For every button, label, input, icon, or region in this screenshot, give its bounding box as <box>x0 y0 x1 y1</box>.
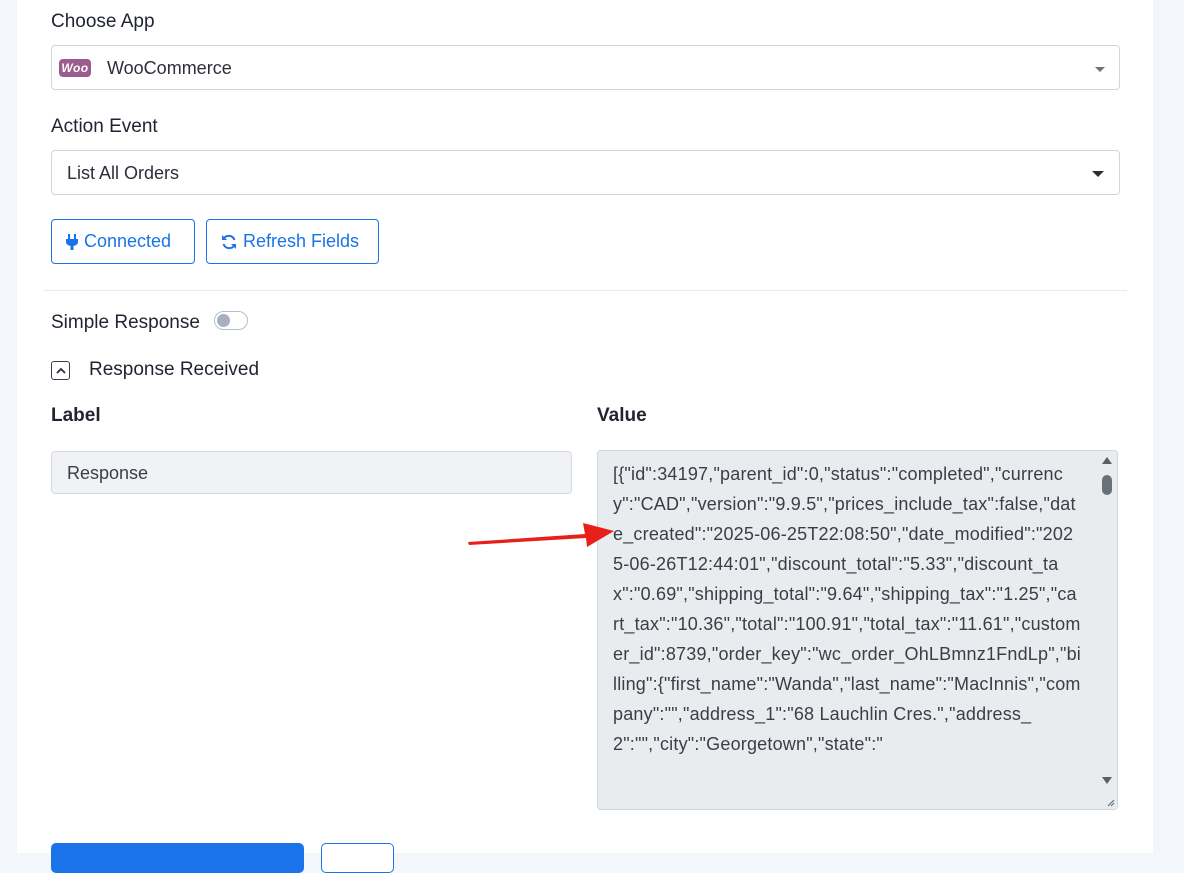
connected-label: Connected <box>84 231 172 251</box>
response-json-text: [{"id":34197,"parent_id":0,"status":"com… <box>613 464 1081 754</box>
simple-response-label: Simple Response <box>51 312 200 333</box>
toggle-knob <box>217 314 230 327</box>
settings-panel: Choose App Woo WooCommerce Action Event … <box>17 0 1153 873</box>
scroll-thumb[interactable] <box>1102 475 1112 495</box>
choose-app-label: Choose App <box>51 11 155 32</box>
section-divider <box>44 290 1127 291</box>
resize-handle-icon[interactable] <box>1105 797 1115 807</box>
connected-button[interactable]: Connected <box>51 219 195 264</box>
plug-icon <box>66 233 78 250</box>
scroll-up-icon[interactable] <box>1102 457 1112 464</box>
primary-action-button[interactable] <box>51 843 304 873</box>
choose-app-value: WooCommerce <box>107 58 232 78</box>
value-column-header: Value <box>597 405 647 426</box>
action-event-value: List All Orders <box>67 163 180 183</box>
choose-app-select[interactable]: Woo WooCommerce <box>51 45 1120 90</box>
chevron-up-icon <box>55 367 66 374</box>
textarea-scrollbar[interactable] <box>1097 451 1117 809</box>
secondary-action-button[interactable] <box>321 843 394 873</box>
response-label-text: Response <box>67 463 149 483</box>
action-event-label: Action Event <box>51 116 158 137</box>
chevron-down-icon <box>1095 67 1105 72</box>
action-event-select[interactable]: List All Orders <box>51 150 1120 195</box>
label-column-header: Label <box>51 405 101 426</box>
refresh-icon <box>222 234 236 249</box>
refresh-fields-button[interactable]: Refresh Fields <box>206 219 379 264</box>
chevron-down-icon <box>1092 171 1104 177</box>
simple-response-toggle[interactable] <box>214 311 248 330</box>
scroll-down-icon[interactable] <box>1102 777 1112 784</box>
woocommerce-logo-icon: Woo <box>59 59 91 77</box>
refresh-fields-label: Refresh Fields <box>243 231 360 251</box>
collapse-response-button[interactable] <box>51 361 70 380</box>
response-received-label: Response Received <box>89 359 260 380</box>
response-value-textarea[interactable]: [{"id":34197,"parent_id":0,"status":"com… <box>597 450 1118 810</box>
response-label-field: Response <box>51 451 572 494</box>
